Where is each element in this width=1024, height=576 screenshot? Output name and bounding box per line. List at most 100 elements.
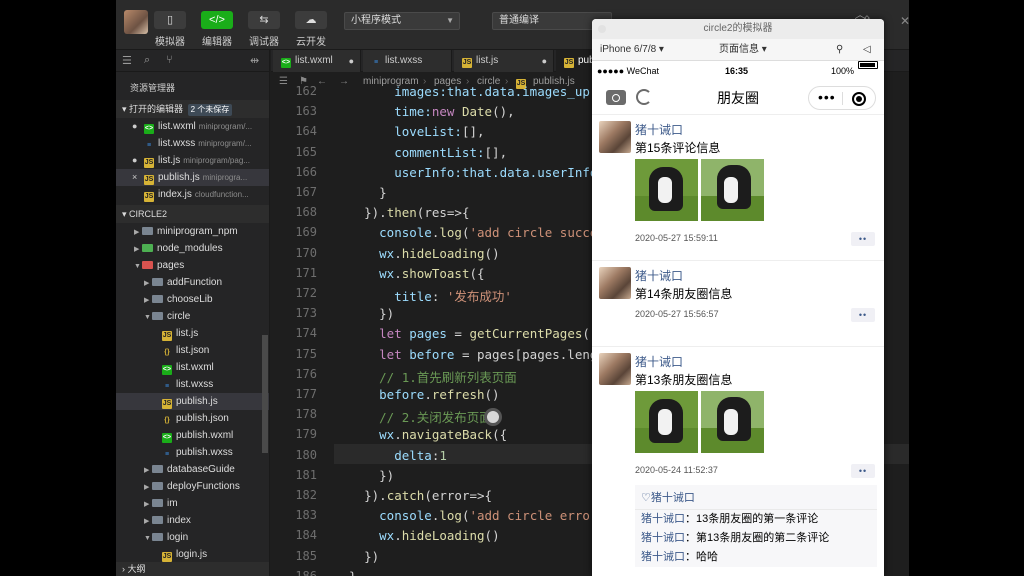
tree-item[interactable]: ▶ deployFunctions [116,478,269,495]
list-icon[interactable]: ☰ [122,54,132,67]
post-author[interactable]: 猪十诫口 [635,267,683,284]
post-author[interactable]: 猪十诫口 [635,353,683,370]
code-line: }).then(res=>{ [334,205,469,220]
post-image[interactable] [701,159,764,221]
simulator-window: circle2的模拟器 iPhone 6/7/8 ▾ 页面信息 ▾ ⚲ ◁ ●●… [592,19,884,576]
pin-icon[interactable]: ⚲ [836,39,843,61]
window-dot[interactable] [598,25,606,33]
post-author[interactable]: 猪十诫口 [635,121,683,138]
avatar[interactable] [599,121,631,153]
menu-capsule[interactable]: ••• [808,86,876,110]
comment-item[interactable]: 猪十诫口：哈哈 [635,548,877,567]
file-name: list.js [158,155,181,166]
tree-item[interactable]: ≡ list.wxss [116,376,269,393]
post-image[interactable] [635,391,698,453]
tree-item[interactable]: ▶ addFunction [116,274,269,291]
tree-item[interactable]: ≡ publish.wxss [116,444,269,461]
unsaved-dot[interactable]: ● [132,118,137,135]
tree-item[interactable]: ▶ im [116,495,269,512]
tree-item[interactable]: ▶ index [116,512,269,529]
user-avatar[interactable] [124,10,148,34]
comment-user[interactable]: 猪十诫口 [641,513,685,525]
file-tree: ▶ miniprogram_npm ▶ node_modules ▼ pages ▶ addF… [116,223,269,576]
tree-item[interactable]: {} publish.json [116,410,269,427]
tree-item[interactable]: {} list.json [116,342,269,359]
tree-item[interactable]: JS login.js [116,546,269,563]
sound-icon[interactable]: ◁ [863,39,871,61]
device-select[interactable]: iPhone 6/7/8 ▾ [600,39,664,61]
post-image[interactable] [701,391,764,453]
close-miniprogram-icon[interactable] [852,92,866,106]
code-token: getCurrentPages [469,326,583,342]
file-path: cloudfunction... [194,190,249,199]
tree-item[interactable]: ▼ login [116,529,269,546]
mode-select[interactable]: 小程序模式 ▼ [344,12,460,30]
editor-button[interactable]: </> 编辑器 [199,11,235,48]
tree-item[interactable]: ▼ circle [116,308,269,325]
js-file-icon: JS [462,58,472,68]
tree-item[interactable]: ▶ miniprogram_npm [116,223,269,240]
page-info-select[interactable]: 页面信息 ▾ [719,39,767,61]
code-line: images:that.data.images_up [334,84,590,99]
unsaved-dot[interactable]: ● [132,152,137,169]
open-file-item[interactable]: ≡ list.wxss miniprogram/... [116,135,269,152]
chevron-right-icon: ▶ [134,246,140,253]
sidebar-scrollbar[interactable] [262,335,268,453]
code-line: wx.hideLoading() [334,246,499,261]
code-token: commentList: [334,144,485,160]
avatar[interactable] [599,353,631,385]
open-editors-header[interactable]: ▾ 打开的编辑器 2 个未保存 [116,100,269,118]
post-time: 2020-05-24 11:52:37 [635,465,718,475]
tree-item[interactable]: <> list.wxml [116,359,269,376]
split-icon[interactable]: ⇹ [250,54,259,67]
code-token: = [446,326,470,342]
more-icon[interactable]: ••• [818,90,836,104]
tree-item[interactable]: ▼ pages [116,257,269,274]
project-header[interactable]: ▾ CIRCLE2 [116,205,269,223]
more-options-button[interactable]: •• [851,464,875,478]
code-token: images:that.data.images_up [334,84,590,99]
tab-list-js[interactable]: JS list.js ● [454,50,554,72]
avatar[interactable] [599,267,631,299]
branch-icon[interactable]: ⑂ [166,54,173,66]
outline-header[interactable]: › 大纲 [116,562,269,576]
more-options-button[interactable]: •• [851,232,875,246]
open-file-item[interactable]: ● <> list.wxml miniprogram/... [116,118,269,135]
close-icon[interactable]: ✕ [900,14,910,28]
tree-item[interactable]: ▶ node_modules [116,240,269,257]
comment-item[interactable]: 猪十诫口：13条朋友圈的第一条评论 [635,510,877,529]
code-token: catch [386,488,425,503]
moment-post: 猪十诫口 第13条朋友圈信息 2020-05-24 11:52:37 •• ♡猪… [592,347,884,576]
comment-text: ：13条朋友圈的第一条评论 [685,513,819,525]
unsaved-dot[interactable]: × [132,169,137,186]
cloud-button[interactable]: ☁ 云开发 [293,11,329,48]
file-name: list.wxss [158,138,196,149]
folder-icon [142,261,153,269]
code-token: }) [334,548,380,564]
more-options-button[interactable]: •• [851,308,875,322]
comment-user[interactable]: 猪十诫口 [641,551,685,563]
post-image[interactable] [635,159,698,221]
code-line: time:new Date(), [334,104,514,119]
tree-item[interactable]: JS publish.js [116,393,269,410]
simulator-button[interactable]: ▯ 模拟器 [152,11,188,48]
open-file-item[interactable]: ● JS list.js miniprogram/pag... [116,152,269,169]
tree-item[interactable]: ▶ chooseLib [116,291,269,308]
wechat-navbar: 朋友圈 ••• [592,81,884,115]
debugger-button[interactable]: ⇆ 调试器 [246,11,282,48]
search-icon[interactable]: ⌕ [144,54,150,67]
tree-item[interactable]: JS list.js [116,325,269,342]
open-file-item[interactable]: × JS publish.js miniprogra... [116,169,269,186]
tree-item[interactable]: <> publish.wxml [116,427,269,444]
tab-list-wxml[interactable]: <> list.wxml ● [273,50,361,72]
code-line: } [334,569,357,576]
open-file-item[interactable]: JS index.js cloudfunction... [116,186,269,203]
tree-item[interactable]: ▶ databaseGuide [116,461,269,478]
code-token: title [334,289,432,304]
chevron-right-icon: ▶ [144,518,150,525]
comment-item[interactable]: 猪十诫口：第13条朋友圈的第二条评论 [635,529,877,548]
code-token: () [484,528,500,544]
tab-list-wxss[interactable]: ≡ list.wxss [363,50,452,72]
back-icon[interactable]: ← [317,72,327,92]
comment-user[interactable]: 猪十诫口 [641,532,685,544]
